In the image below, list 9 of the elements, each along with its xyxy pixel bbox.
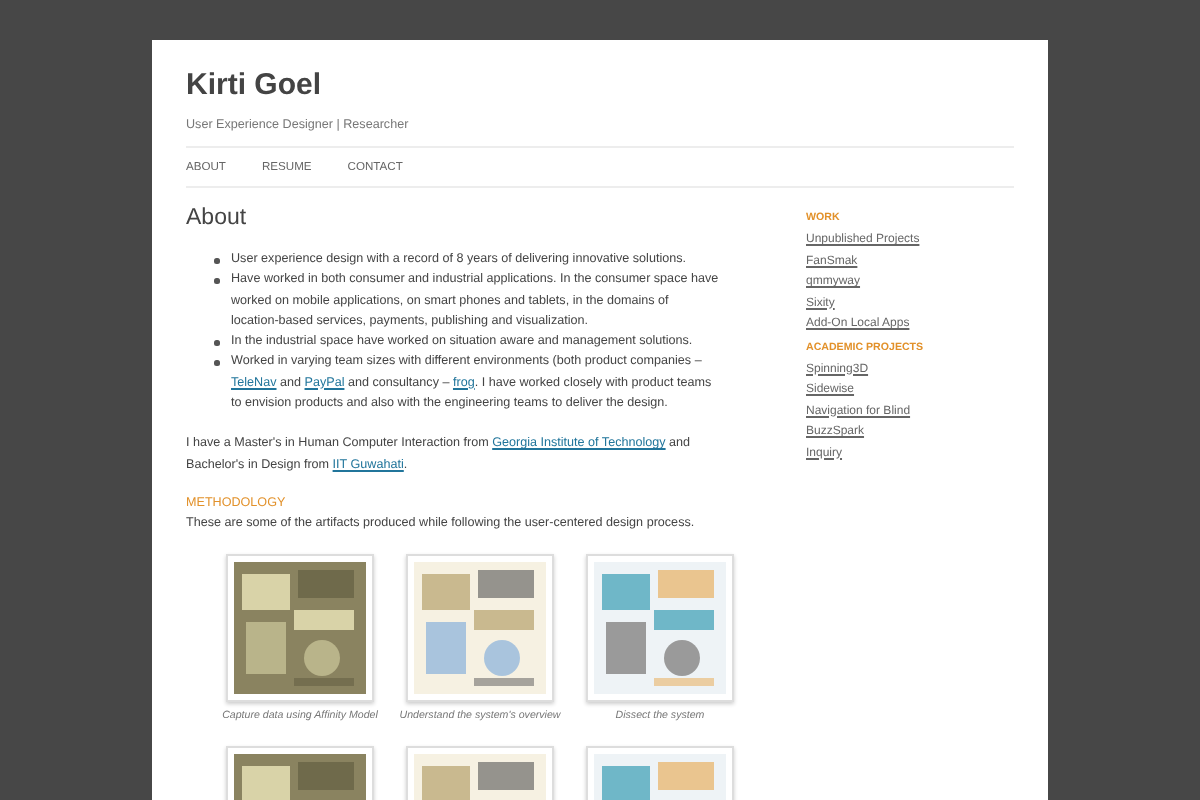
thumbnail-frame[interactable] bbox=[226, 554, 374, 703]
bullet-icon bbox=[214, 258, 219, 263]
page-heading: About bbox=[186, 206, 247, 230]
bullet-icon bbox=[214, 340, 219, 346]
bullet-icon bbox=[214, 360, 219, 366]
site-title[interactable]: Kirti Goel bbox=[186, 68, 322, 102]
bullet-icon bbox=[214, 278, 219, 284]
thumbnail-frame[interactable] bbox=[586, 554, 734, 703]
thumbnail-frame[interactable] bbox=[406, 554, 554, 703]
